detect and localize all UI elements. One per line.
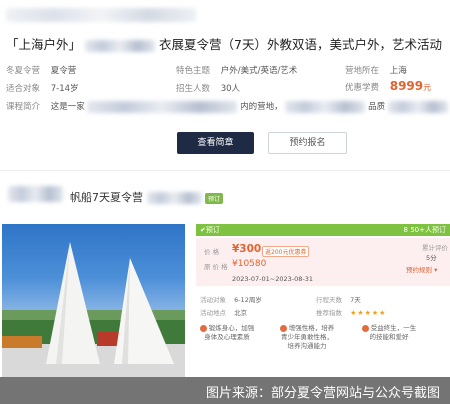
label-recommend: 推荐指数 — [316, 309, 342, 317]
blurred-text — [85, 39, 155, 52]
feature-icon — [361, 324, 369, 332]
intro-text-end: 品质 — [368, 102, 386, 112]
booking-panel: ✔预订 8 50+人预订 价 格 ¥300 返200元优惠券 原 价 格 ¥10… — [196, 224, 450, 377]
label-location: 营地所在 — [345, 66, 380, 76]
value-theme: 户外/美式/英语/艺术 — [220, 66, 298, 76]
info-row-1b: 特色主题 户外/美式/英语/艺术 — [176, 64, 297, 76]
camp-listing: 「上海户外」 衣展夏令营（7天）外教双语，美式户外，艺术活动 冬夏令营 夏令营 … — [0, 0, 450, 165]
book-button[interactable]: 预约报名 — [268, 132, 347, 154]
blurred-text — [146, 192, 202, 204]
blurred-logo — [8, 186, 63, 202]
booking-rules-link[interactable]: 预约规则 ▾ — [406, 264, 437, 274]
meta-row-2: 活动地点 北京 — [200, 307, 247, 317]
blurred-text — [285, 100, 366, 113]
feature-item-1: 锻炼身心，加强身体及心理素质 — [198, 324, 256, 342]
value-camp-type: 夏令营 — [50, 66, 77, 76]
booking-count: 8 50+人预订 — [403, 226, 446, 234]
label-theme: 特色主题 — [176, 66, 211, 76]
label-enrollment: 招生人数 — [176, 84, 211, 94]
listing-title[interactable]: 「上海户外」 衣展夏令营（7天）外教双语，美式户外，艺术活动 — [6, 34, 442, 53]
label-place: 活动地点 — [200, 309, 226, 317]
value-place: 北京 — [234, 309, 248, 317]
booking-status: ✔预订 — [200, 226, 220, 234]
label-camp-type: 冬夏令营 — [6, 66, 41, 76]
sailboat-photo — [2, 224, 185, 377]
label-audience: 活动对象 — [200, 296, 226, 304]
price-value: ¥300 — [232, 243, 262, 255]
product-title[interactable]: 帆船7天夏令营 预订 — [70, 189, 224, 205]
info-row-1: 冬夏令营 夏令营 — [6, 64, 76, 76]
rating-label: 累计评价 — [422, 244, 448, 252]
meta-row-1: 活动对象 6-12周岁 — [200, 294, 262, 304]
label-days: 行程天数 — [316, 296, 342, 304]
blurred-text — [87, 100, 238, 113]
source-caption-text: 图片来源：部分夏令营网站与公众号截图 — [205, 386, 440, 401]
product-title-text[interactable]: 帆船7天夏令营 — [70, 191, 143, 204]
price-label: 价 格 — [204, 248, 220, 256]
coupon-tag[interactable]: 返200元优惠券 — [262, 246, 310, 257]
value-audience: 6-12周岁 — [234, 296, 262, 304]
listing-title-right[interactable]: 衣展夏令营（7天）外教双语，美式户外，艺术活动 — [159, 37, 442, 52]
value-days: 7天 — [350, 296, 361, 304]
view-brochure-button[interactable]: 查看简章 — [177, 132, 254, 154]
value-fee: 8999元 — [389, 79, 432, 93]
blurred-header — [6, 8, 196, 22]
source-caption: 图片来源：部分夏令营网站与公众号截图 — [0, 377, 450, 404]
label-age: 适合对象 — [6, 84, 41, 94]
value-age: 7-14岁 — [50, 84, 79, 94]
sailboat-illustration — [2, 242, 185, 377]
intro-row: 课程简介 这是一家 内的营地， 品质 — [6, 100, 448, 113]
value-enrollment: 30人 — [220, 84, 241, 94]
feature-item-3: 受益终生，一生的技能和爱好 — [360, 324, 418, 342]
divider — [0, 170, 450, 171]
info-row-2b: 招生人数 30人 — [176, 82, 240, 94]
booking-bar: ✔预订 8 50+人预订 — [196, 224, 450, 236]
booking-tag: 预订 — [205, 192, 224, 204]
feature-icon — [279, 324, 287, 332]
feature-item-2: 增强性格，培养青少年勇敢性格，培养沟通能力 — [279, 324, 335, 350]
info-row-2: 适合对象 7-14岁 — [6, 82, 79, 94]
meta-row-1b: 行程天数 7天 — [316, 294, 361, 304]
listing-title-left[interactable]: 「上海户外」 — [6, 37, 81, 52]
label-fee: 优惠学费 — [345, 83, 380, 93]
value-location: 上海 — [389, 66, 407, 76]
rating-value: 5分 — [426, 254, 437, 262]
intro-text-start: 这是一家 — [50, 102, 85, 112]
intro-text-mid: 内的营地， — [240, 102, 283, 112]
date-range: 2023-07-01~2023-08-31 — [232, 275, 313, 283]
meta-row-2b: 推荐指数 ★★★★★ — [316, 307, 386, 317]
blurred-text — [387, 100, 448, 113]
price-box: 价 格 ¥300 返200元优惠券 原 价 格 ¥10580 2023-07-0… — [196, 238, 450, 286]
original-price-value: ¥10580 — [232, 259, 267, 269]
original-price-label: 原 价 格 — [204, 263, 228, 271]
info-row-2c: 优惠学费 8999元 — [345, 79, 431, 93]
recommend-stars: ★★★★★ — [350, 309, 387, 317]
info-row-1c: 营地所在 上海 — [345, 64, 407, 76]
feature-icon — [199, 324, 207, 332]
label-intro: 课程简介 — [6, 102, 41, 112]
